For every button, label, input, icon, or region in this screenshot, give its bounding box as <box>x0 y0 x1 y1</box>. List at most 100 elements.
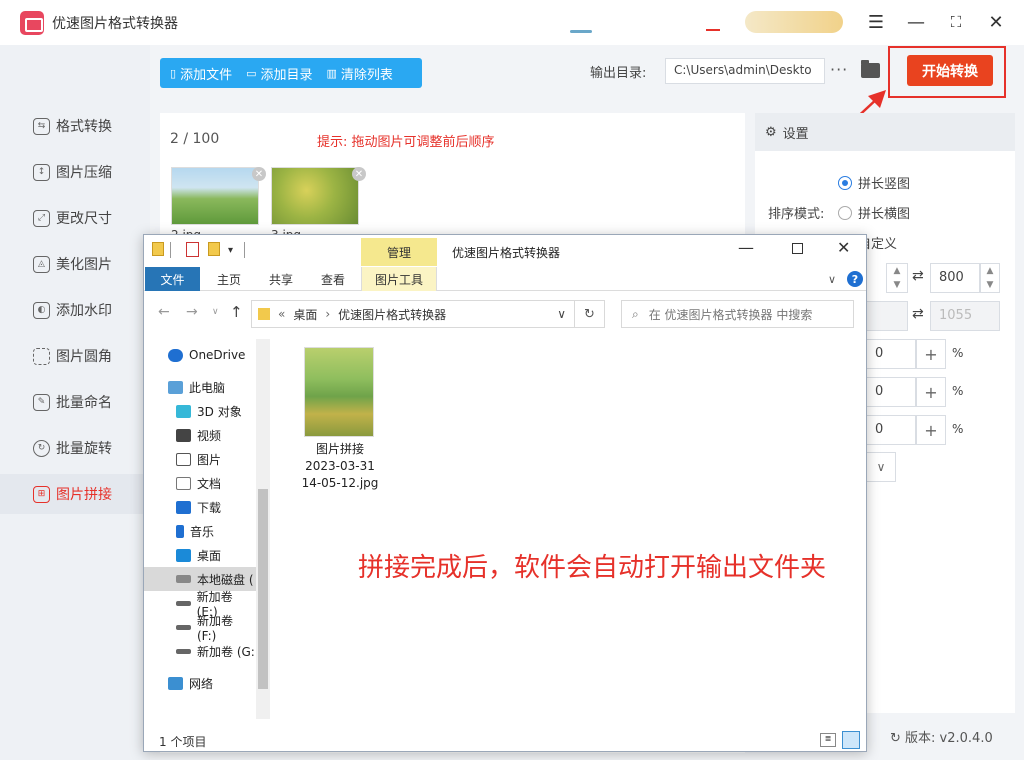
drive-icon <box>176 600 191 606</box>
radio-horizontal[interactable]: 拼长横图 <box>838 203 910 222</box>
manage-tab[interactable]: 管理 <box>361 238 437 266</box>
chevron-down-icon[interactable]: ∨ <box>866 452 896 482</box>
back-icon[interactable]: ← <box>158 304 170 320</box>
breadcrumb-folder[interactable]: 优速图片格式转换器 <box>338 306 446 323</box>
margin-input[interactable]: 0 <box>866 339 916 369</box>
nav-documents[interactable]: 文档 <box>144 471 256 495</box>
nav-network[interactable]: 网络 <box>144 671 256 695</box>
gear-icon: ⚙ <box>765 124 777 140</box>
tab-file[interactable]: 文件 <box>145 267 200 291</box>
sort-mode-label: 排序模式: <box>768 207 825 222</box>
sidebar-item-rotate[interactable]: ↻ 批量旋转 <box>0 428 150 468</box>
close-icon[interactable]: ✕ <box>837 238 850 257</box>
sidebar-item-compress[interactable]: ↕ 图片压缩 <box>0 152 150 192</box>
tab-home[interactable]: 主页 <box>204 267 254 291</box>
drive-icon <box>176 648 191 654</box>
nav-label: 视频 <box>197 428 222 443</box>
up-icon[interactable]: ↑ <box>230 303 243 321</box>
margin-input[interactable]: 0 <box>866 377 916 407</box>
tab-view[interactable]: 查看 <box>308 267 358 291</box>
dropdown-icon[interactable]: ▾ <box>228 245 233 256</box>
increment-button[interactable]: + <box>916 339 946 369</box>
add-dir-button[interactable]: ▭ 添加目录 <box>246 64 312 83</box>
nav-this-pc[interactable]: 此电脑 <box>144 375 256 399</box>
sidebar-item-label: 添加水印 <box>56 303 112 319</box>
breadcrumb-desktop[interactable]: 桌面 <box>293 306 317 323</box>
details-view-icon[interactable]: ≣ <box>820 733 836 747</box>
sidebar-item-watermark[interactable]: ◐ 添加水印 <box>0 290 150 330</box>
recent-dropdown-icon[interactable]: ∨ <box>212 307 219 317</box>
radio-button[interactable] <box>838 175 852 190</box>
nav-label: 图片 <box>197 452 222 467</box>
close-icon[interactable]: ✕ <box>982 8 1010 36</box>
beautify-icon: ◬ <box>33 255 50 273</box>
remove-thumbnail-icon[interactable]: ✕ <box>252 167 266 181</box>
scrollbar-thumb[interactable] <box>258 489 268 689</box>
tab-share[interactable]: 共享 <box>256 267 306 291</box>
new-folder-icon[interactable] <box>208 242 220 256</box>
link-icon: ⇄ <box>912 306 924 322</box>
file-name[interactable]: 图片拼接 2023-03-31 14-05-12.jpg <box>292 441 388 492</box>
increment-button[interactable]: + <box>916 377 946 407</box>
minimize-icon[interactable]: — <box>902 8 930 36</box>
file-thumbnail[interactable] <box>304 347 374 437</box>
sidebar-item-label: 美化图片 <box>56 257 112 273</box>
radio-vertical[interactable]: 拼长竖图 <box>838 173 910 192</box>
refresh-icon[interactable]: ↻ <box>575 300 605 328</box>
start-convert-button[interactable]: 开始转换 <box>907 55 993 86</box>
clear-list-button[interactable]: ▥ 清除列表 <box>327 64 393 83</box>
width-input[interactable]: 800 <box>930 263 980 293</box>
forward-icon[interactable]: → <box>186 304 198 320</box>
sidebar: ⇆ 格式转换 ↕ 图片压缩 ⤢ 更改尺寸 ◬ 美化图片 ◐ 添加水印 图片圆角 ✎ 批量命名… <box>0 45 150 760</box>
sidebar-item-stitch[interactable]: ⊞ 图片拼接 <box>0 474 150 514</box>
drag-hint: 提示: 拖动图片可调整前后顺序 <box>317 135 495 150</box>
maximize-icon[interactable]: ⛶ <box>942 8 970 36</box>
minimize-icon[interactable]: — <box>738 238 754 257</box>
percent-label: % <box>952 422 964 436</box>
sidebar-item-resize[interactable]: ⤢ 更改尺寸 <box>0 198 150 238</box>
maximize-icon[interactable] <box>792 243 803 254</box>
nav-videos[interactable]: 视频 <box>144 423 256 447</box>
open-folder-icon[interactable] <box>861 60 880 78</box>
nav-drive-g[interactable]: 新加卷 (G: <box>144 639 256 663</box>
nav-music[interactable]: 音乐 <box>144 519 256 543</box>
address-bar[interactable]: « 桌面 › 优速图片格式转换器 ∨ <box>251 300 575 328</box>
nav-onedrive[interactable]: OneDrive <box>144 343 256 367</box>
radio-button[interactable] <box>838 205 852 220</box>
help-icon[interactable]: ? <box>847 271 863 287</box>
nav-desktop[interactable]: 桌面 <box>144 543 256 567</box>
search-input[interactable]: ⌕ 在 优速图片格式转换器 中搜索 <box>621 300 854 328</box>
chevron-down-icon[interactable]: ∨ <box>557 307 566 321</box>
resize-icon: ⤢ <box>33 209 50 227</box>
sidebar-item-label: 格式转换 <box>56 119 112 135</box>
remove-thumbnail-icon[interactable]: ✕ <box>352 167 366 181</box>
sidebar-item-beautify[interactable]: ◬ 美化图片 <box>0 244 150 284</box>
sidebar-item-round-corner[interactable]: 图片圆角 <box>0 336 150 376</box>
tab-picture-tools[interactable]: 图片工具 <box>361 267 437 291</box>
menu-icon[interactable]: ☰ <box>862 8 890 36</box>
stepper-icon[interactable]: ▲ ▼ <box>980 263 1000 293</box>
add-file-button[interactable]: ▯ 添加文件 <box>170 64 232 83</box>
more-options-button[interactable]: ··· <box>830 60 848 79</box>
disabled-input <box>866 301 908 331</box>
add-file-label: 添加文件 <box>180 67 233 83</box>
properties-icon[interactable] <box>186 242 199 257</box>
breadcrumb-overflow-icon[interactable]: « <box>278 307 285 321</box>
settings-title: 设置 <box>782 126 809 142</box>
quick-access-folder-icon[interactable] <box>152 242 164 256</box>
nav-3d-objects[interactable]: 3D 对象 <box>144 399 256 423</box>
stepper-icon[interactable]: ▲ ▼ <box>886 263 908 293</box>
increment-button[interactable]: + <box>916 415 946 445</box>
nav-drive-f[interactable]: 新加卷 (F:) <box>144 614 256 643</box>
nav-downloads[interactable]: 下载 <box>144 495 256 519</box>
chevron-down-icon[interactable]: ∨ <box>828 273 836 286</box>
nav-pictures[interactable]: 图片 <box>144 447 256 471</box>
thumbnail-image[interactable] <box>271 167 359 225</box>
picture-icon <box>176 452 191 466</box>
vip-badge[interactable] <box>745 11 843 33</box>
sidebar-item-rename[interactable]: ✎ 批量命名 <box>0 382 150 422</box>
sidebar-item-format-convert[interactable]: ⇆ 格式转换 <box>0 106 150 146</box>
thumbnail-image[interactable] <box>171 167 259 225</box>
margin-input[interactable]: 0 <box>866 415 916 445</box>
large-icons-view-icon[interactable] <box>842 731 860 749</box>
